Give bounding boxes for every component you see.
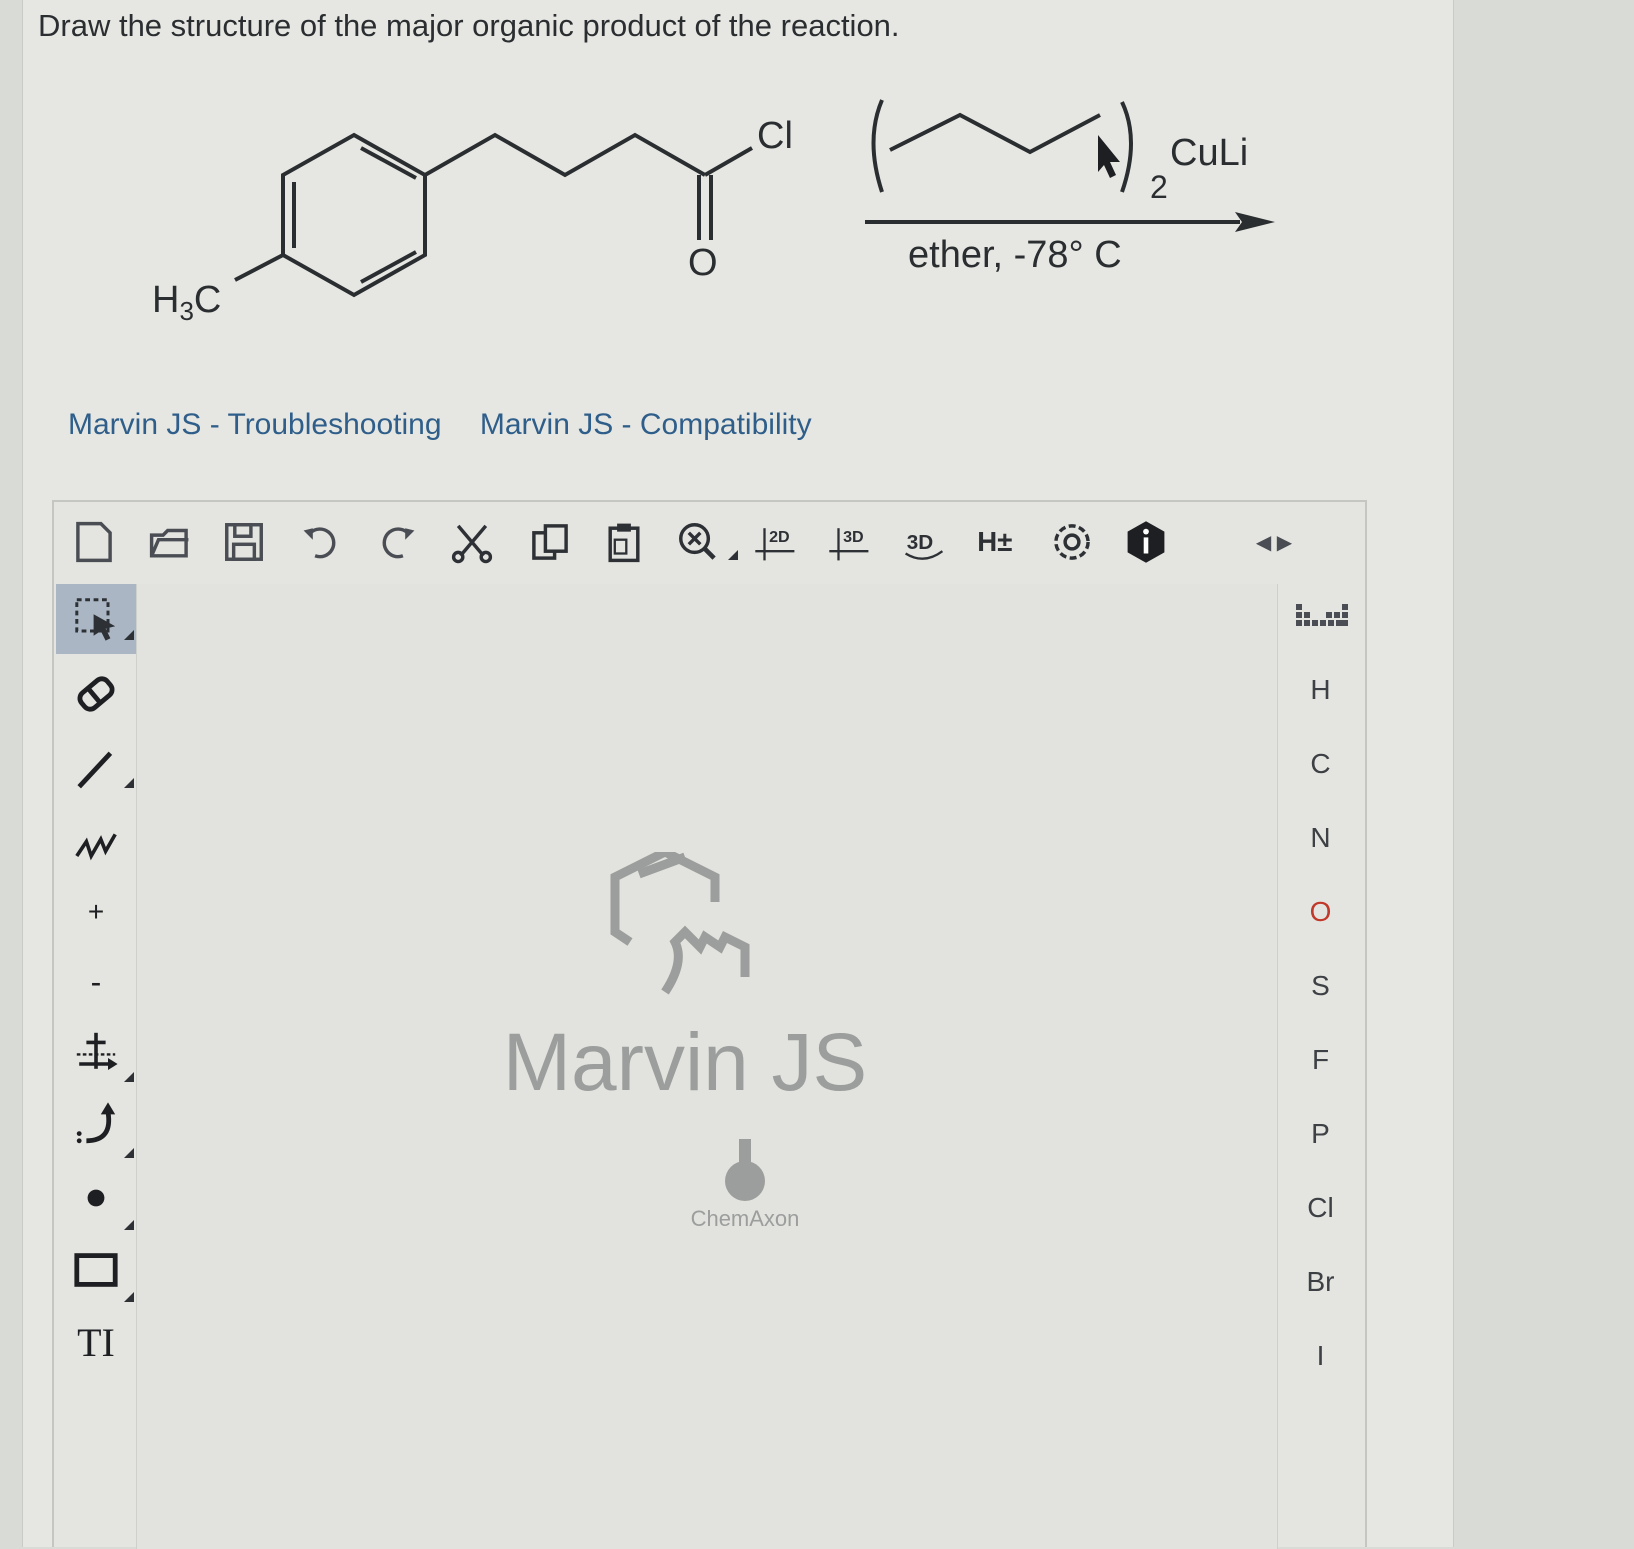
save-icon[interactable] — [218, 516, 270, 568]
paste-icon[interactable] — [598, 516, 650, 568]
link-compatibility[interactable]: Marvin JS - Compatibility — [480, 408, 812, 441]
clean-2d-icon[interactable]: 2D — [750, 516, 802, 568]
hydrogens-icon[interactable]: H± — [972, 516, 1024, 568]
o-label: O — [688, 242, 718, 284]
new-document-icon[interactable] — [68, 516, 120, 568]
settings-icon[interactable] — [1046, 516, 1098, 568]
cuprate-subscript: 2 — [1150, 169, 1168, 205]
undo-icon[interactable] — [296, 516, 348, 568]
marvin-js-watermark: Marvin JS — [502, 1017, 868, 1108]
text-icon[interactable]: TI — [68, 1314, 124, 1370]
element-s[interactable]: S — [1276, 970, 1365, 1002]
question-text: Draw the structure of the major organic … — [38, 8, 900, 43]
element-n[interactable]: N — [1276, 822, 1365, 854]
element-f[interactable]: F — [1276, 1044, 1365, 1076]
element-toolbar: H C N O S F P Cl Br I — [1276, 584, 1365, 1549]
3d-rotate-icon[interactable]: 3D — [898, 516, 950, 568]
reaction-arrow-icon[interactable] — [68, 1024, 124, 1080]
increase-charge-icon[interactable]: + — [68, 884, 124, 940]
bond-dropdown-indicator — [124, 778, 134, 788]
element-i[interactable]: I — [1276, 1340, 1365, 1372]
toolbar-expand-icon[interactable]: ◀ ▶ — [1244, 516, 1304, 568]
decrease-charge-icon[interactable]: - — [68, 954, 124, 1010]
reactant-structure — [234, 132, 753, 298]
svg-text:3D: 3D — [843, 528, 864, 546]
select-icon[interactable] — [56, 584, 136, 654]
left-toolbar: + - TI — [54, 584, 136, 1549]
chain-icon[interactable] — [68, 816, 124, 872]
flow-dropdown-indicator — [124, 1148, 134, 1158]
cuprate-reagent — [871, 99, 1133, 193]
top-toolbar: 2D 3D 3D H± ◀ ▶ — [54, 502, 1365, 584]
shape-dropdown-indicator — [124, 1292, 134, 1302]
clean-3d-icon[interactable]: 3D — [824, 516, 876, 568]
svg-text:2D: 2D — [769, 528, 790, 546]
element-p[interactable]: P — [1276, 1118, 1365, 1150]
single-bond-icon[interactable] — [68, 742, 124, 798]
element-cl[interactable]: Cl — [1276, 1192, 1365, 1224]
cuprate-label: CuLi — [1170, 132, 1248, 174]
zoom-dropdown-indicator — [728, 550, 738, 560]
cut-icon[interactable] — [446, 516, 498, 568]
element-o[interactable]: O — [1276, 896, 1365, 928]
info-icon[interactable] — [1120, 516, 1172, 568]
marvin-editor: 2D 3D 3D H± ◀ ▶ + - TI Marvin JS ChemAxo… — [52, 500, 1367, 1549]
rectangle-icon[interactable] — [68, 1242, 124, 1298]
conditions-label: ether, -78° C — [908, 234, 1122, 276]
marvin-logo-icon — [610, 852, 750, 995]
reaction-scheme: H3C Cl O CuLi 2 ether, -78° C — [152, 99, 1275, 326]
cl-label: Cl — [757, 115, 793, 157]
help-links: Marvin JS - Troubleshooting Marvin JS - … — [68, 408, 842, 442]
electron-flow-icon[interactable] — [68, 1096, 124, 1152]
open-icon[interactable] — [144, 516, 196, 568]
select-dropdown-indicator — [124, 630, 134, 640]
cursor-icon — [1098, 135, 1120, 178]
periodic-table-icon[interactable] — [1296, 602, 1348, 634]
drawing-canvas[interactable]: Marvin JS ChemAxon — [136, 584, 1278, 1549]
redo-icon[interactable] — [370, 516, 422, 568]
radical-icon[interactable] — [68, 1170, 124, 1226]
element-br[interactable]: Br — [1276, 1266, 1365, 1298]
radical-dropdown-indicator — [124, 1220, 134, 1230]
svg-text:3D: 3D — [907, 531, 934, 554]
element-c[interactable]: C — [1276, 748, 1365, 780]
element-h[interactable]: H — [1276, 674, 1365, 706]
chemaxon-label: ChemAxon — [690, 1206, 800, 1231]
copy-icon[interactable] — [524, 516, 576, 568]
link-troubleshooting[interactable]: Marvin JS - Troubleshooting — [68, 408, 442, 441]
h3c-label: H3C — [152, 279, 221, 326]
zoom-icon[interactable] — [672, 516, 724, 568]
erase-icon[interactable] — [68, 666, 124, 722]
arrow-dropdown-indicator — [124, 1072, 134, 1082]
svg-text:H±: H± — [977, 526, 1012, 557]
chemaxon-flask-icon — [725, 1139, 765, 1201]
